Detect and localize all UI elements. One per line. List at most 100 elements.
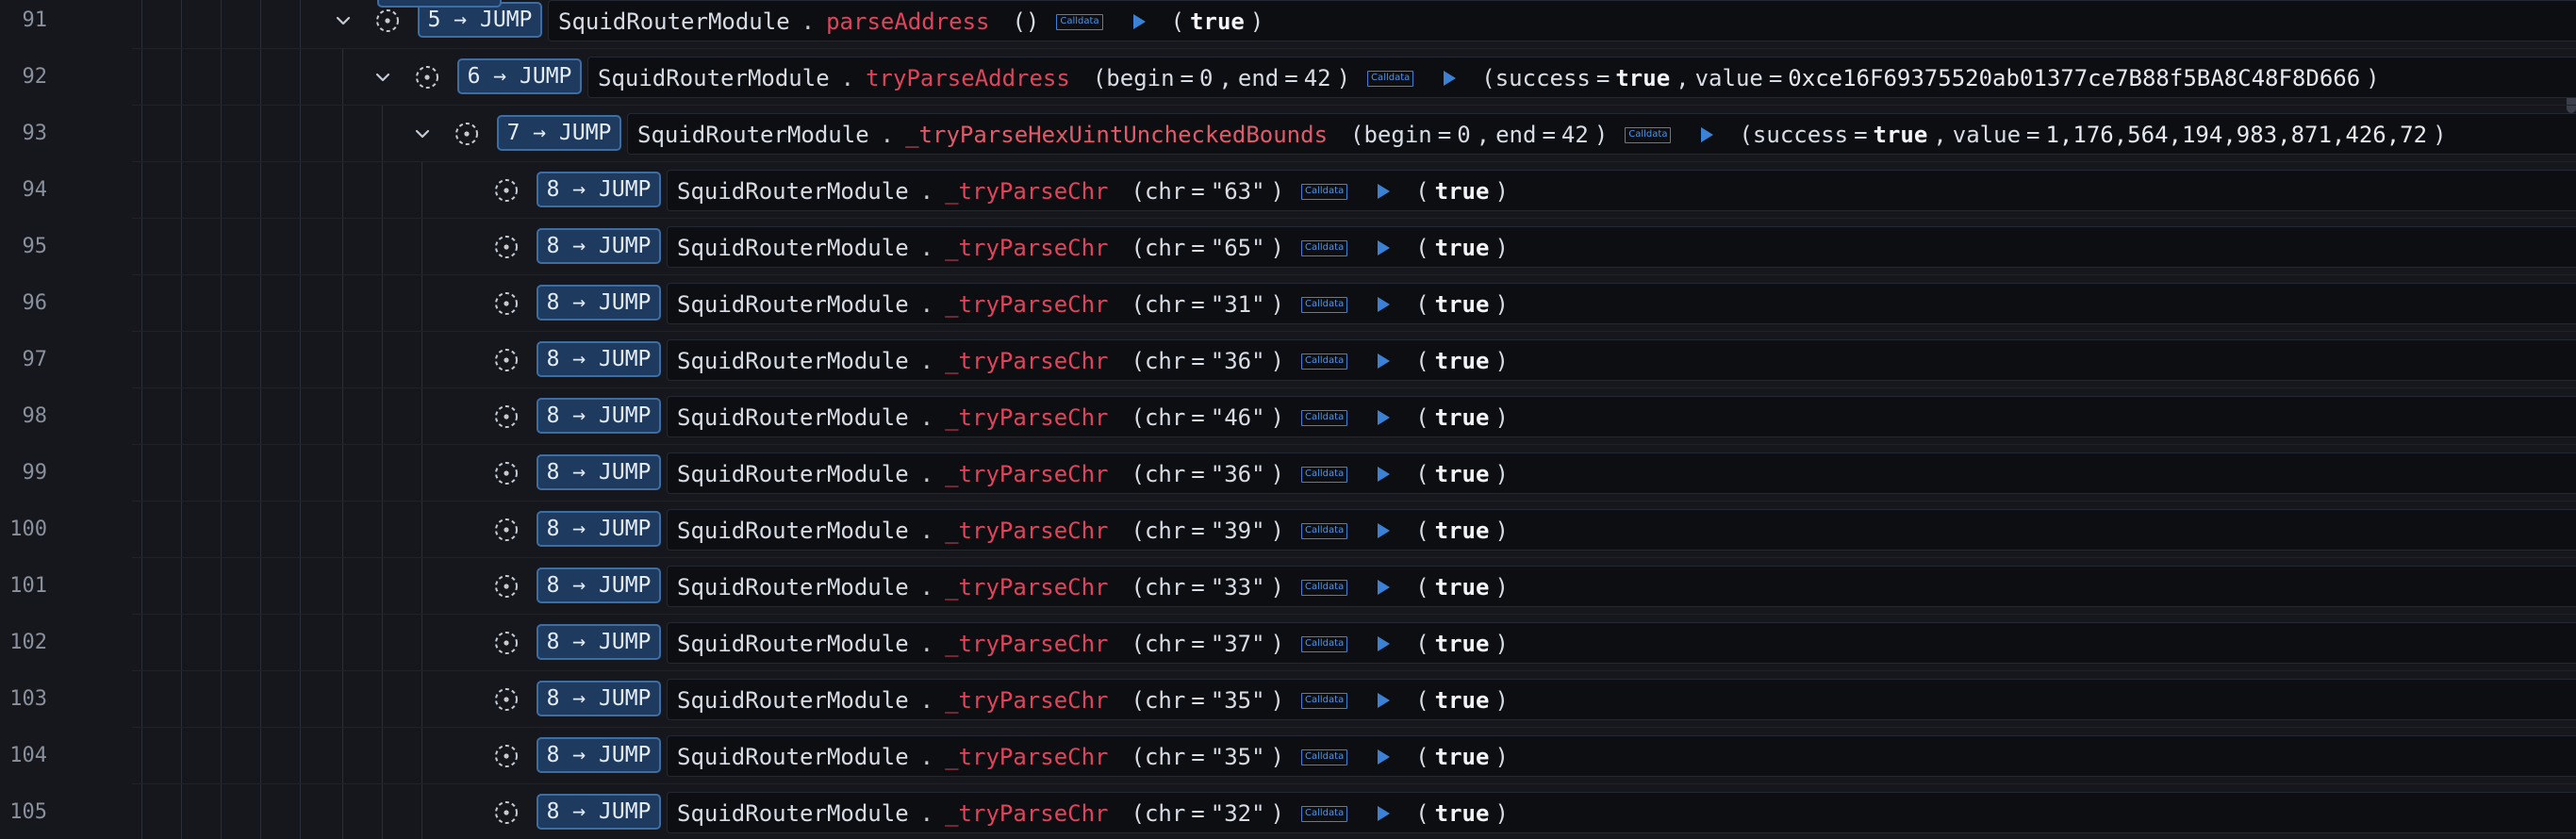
- play-icon[interactable]: [1376, 805, 1391, 822]
- play-icon[interactable]: [1376, 692, 1391, 709]
- indent-guide: [342, 558, 343, 615]
- function-name: parseAddress: [826, 8, 990, 35]
- function-name: _tryParseHexUintUncheckedBounds: [905, 122, 1329, 148]
- call-expression[interactable]: SquidRouterModule. _tryParseChr (chr = "35")…: [667, 735, 2576, 777]
- play-icon[interactable]: [1376, 353, 1391, 370]
- call-expression[interactable]: SquidRouterModule. _tryParseChr (chr = "39")…: [667, 509, 2576, 551]
- trace-row[interactable]: 105 8 → JUMP SquidRouterModule. _tryParseCh…: [0, 784, 2576, 839]
- param-name: chr: [1144, 631, 1186, 657]
- jump-badge[interactable]: 8 → JUMP: [537, 737, 661, 773]
- indent-guide: [260, 49, 261, 106]
- play-icon[interactable]: [1376, 579, 1391, 596]
- jump-badge[interactable]: 8 → JUMP: [537, 285, 661, 321]
- jump-badge[interactable]: 8 → JUMP: [537, 172, 661, 207]
- play-icon[interactable]: [1376, 296, 1391, 313]
- trace-row[interactable]: 101 8 → JUMP SquidRouterModule. _tryParseCh…: [0, 558, 2576, 615]
- calldata-tag[interactable]: Calldata: [1301, 296, 1348, 313]
- jump-badge[interactable]: 8 → JUMP: [537, 454, 661, 490]
- paren: ): [1494, 235, 1509, 261]
- param-value: "33": [1210, 574, 1265, 600]
- comma: ,: [1476, 122, 1491, 148]
- call-expression[interactable]: SquidRouterModule. _tryParseChr (chr = "46")…: [667, 396, 2576, 437]
- chevron-down-icon[interactable]: [333, 10, 354, 31]
- jump-badge[interactable]: 8 → JUMP: [537, 794, 661, 830]
- jump-badge[interactable]: 8 → JUMP: [537, 398, 661, 434]
- indent-guide: [141, 49, 142, 106]
- calldata-tag[interactable]: Calldata: [1301, 239, 1348, 256]
- call-expression[interactable]: SquidRouterModule. _tryParseChr (chr = "33")…: [667, 566, 2576, 607]
- jump-badge[interactable]: 8 → JUMP: [537, 568, 661, 603]
- member-dot: .: [919, 178, 934, 205]
- chevron-down-icon[interactable]: [372, 67, 393, 88]
- trace-row[interactable]: 103 8 → JUMP SquidRouterModule. _tryParseCh…: [0, 671, 2576, 728]
- jump-badge[interactable]: 6 → JUMP: [457, 58, 582, 94]
- call-expression[interactable]: SquidRouterModule. tryParseAddress (begin =…: [587, 57, 2576, 98]
- chevron-down-icon[interactable]: [412, 123, 433, 144]
- calldata-tag[interactable]: Calldata: [1301, 409, 1348, 426]
- play-icon[interactable]: [1376, 749, 1391, 765]
- trace-row[interactable]: 98 8 → JUMP SquidRouterModule. _tryParseChr…: [0, 388, 2576, 445]
- calldata-tag[interactable]: Calldata: [1301, 635, 1348, 652]
- call-expression[interactable]: SquidRouterModule. _tryParseChr (chr = "65")…: [667, 226, 2576, 268]
- play-icon[interactable]: [1442, 70, 1457, 87]
- call-expression[interactable]: SquidRouterModule. parseAddress () Calldata…: [548, 0, 2576, 41]
- paren: ): [2366, 65, 2380, 91]
- calldata-tag[interactable]: Calldata: [1301, 353, 1348, 370]
- jump-badge[interactable]: 8 → JUMP: [537, 341, 661, 377]
- calldata-tag[interactable]: Calldata: [1056, 13, 1103, 30]
- play-icon[interactable]: [1376, 522, 1391, 539]
- call-expression[interactable]: SquidRouterModule. _tryParseChr (chr = "31")…: [667, 283, 2576, 324]
- calldata-tag[interactable]: Calldata: [1367, 70, 1414, 87]
- indent-guide: [260, 106, 261, 162]
- call-expression[interactable]: SquidRouterModule. _tryParseHexUintUnchec…: [627, 113, 2576, 155]
- trace-row[interactable]: 99 8 → JUMP SquidRouterModule. _tryParseChr…: [0, 445, 2576, 502]
- trace-row[interactable]: 96 8 → JUMP SquidRouterModule. _tryParseChr…: [0, 275, 2576, 332]
- play-icon[interactable]: [1376, 466, 1391, 483]
- jump-badge[interactable]: 8 → JUMP: [537, 511, 661, 547]
- play-icon[interactable]: [1376, 239, 1391, 256]
- paren: ): [1494, 574, 1509, 600]
- calldata-tag[interactable]: Calldata: [1301, 522, 1348, 539]
- trace-row[interactable]: 100 8 → JUMP SquidRouterModule. _tryParseCh…: [0, 502, 2576, 558]
- trace-row[interactable]: 92 6 → JUMP SquidRouterModule. tryParseAddr…: [0, 49, 2576, 106]
- comma: ,: [1676, 65, 1690, 91]
- play-icon[interactable]: [1376, 409, 1391, 426]
- trace-row[interactable]: 102 8 → JUMP SquidRouterModule. _tryParseCh…: [0, 615, 2576, 671]
- trace-row[interactable]: 95 8 → JUMP SquidRouterModule. _tryParseChr…: [0, 219, 2576, 275]
- trace-row[interactable]: 94 8 → JUMP SquidRouterModule. _tryParseChr…: [0, 162, 2576, 219]
- play-icon[interactable]: [1376, 183, 1391, 200]
- trace-row[interactable]: 97 8 → JUMP SquidRouterModule. _tryParseChr…: [0, 332, 2576, 388]
- paren: ): [1494, 291, 1509, 318]
- calldata-tag[interactable]: Calldata: [1301, 749, 1348, 765]
- trace-row[interactable]: 104 8 → JUMP SquidRouterModule. _tryParseCh…: [0, 728, 2576, 784]
- play-icon[interactable]: [1699, 126, 1714, 143]
- calldata-tag[interactable]: Calldata: [1301, 466, 1348, 483]
- indent-guide: [382, 502, 383, 558]
- call-expression[interactable]: SquidRouterModule. _tryParseChr (chr = "36")…: [667, 339, 2576, 381]
- indent-guide: [181, 615, 182, 671]
- paren: (: [1415, 518, 1429, 544]
- paren: (: [1415, 291, 1429, 318]
- jump-badge[interactable]: 8 → JUMP: [537, 681, 661, 716]
- jump-badge[interactable]: 7 → JUMP: [497, 115, 621, 151]
- call-expression[interactable]: SquidRouterModule. _tryParseChr (chr = "63")…: [667, 170, 2576, 211]
- play-icon[interactable]: [1376, 635, 1391, 652]
- calldata-tag[interactable]: Calldata: [1301, 692, 1348, 709]
- calldata-tag[interactable]: Calldata: [1301, 183, 1348, 200]
- function-name: _tryParseChr: [945, 348, 1109, 374]
- trace-row[interactable]: 93 7 → JUMP SquidRouterModule. _tryParseHex…: [0, 106, 2576, 162]
- calldata-tag[interactable]: Calldata: [1301, 805, 1348, 822]
- paren: (: [1350, 122, 1364, 148]
- dashed-circle-icon: [374, 8, 401, 34]
- call-expression[interactable]: SquidRouterModule. _tryParseChr (chr = "35")…: [667, 679, 2576, 720]
- call-expression[interactable]: SquidRouterModule. _tryParseChr (chr = "32")…: [667, 792, 2576, 833]
- calldata-tag[interactable]: Calldata: [1301, 579, 1348, 596]
- call-expression[interactable]: SquidRouterModule. _tryParseChr (chr = "36")…: [667, 452, 2576, 494]
- return-name: success: [1752, 122, 1849, 148]
- jump-badge[interactable]: 8 → JUMP: [537, 624, 661, 660]
- calldata-tag[interactable]: Calldata: [1625, 126, 1672, 143]
- play-icon[interactable]: [1131, 13, 1147, 30]
- call-expression[interactable]: SquidRouterModule. _tryParseChr (chr = "37")…: [667, 622, 2576, 664]
- jump-badge[interactable]: 8 → JUMP: [537, 228, 661, 264]
- jump-badge-partial[interactable]: [377, 0, 502, 8]
